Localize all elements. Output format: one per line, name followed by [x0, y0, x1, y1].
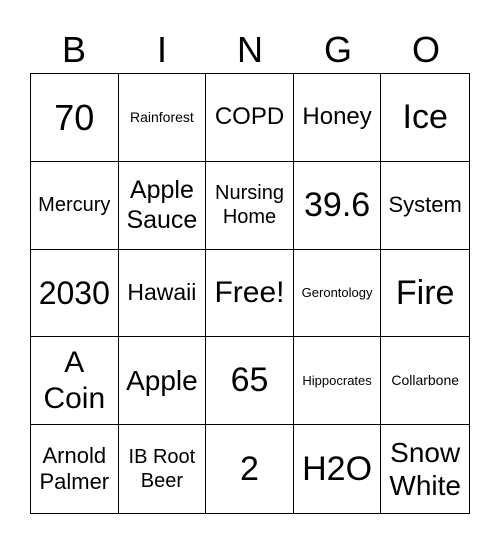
bingo-cell: Hippocrates — [293, 337, 382, 426]
bingo-cell: Snow White — [381, 425, 469, 513]
bingo-cell: Ice — [381, 74, 469, 162]
header-letter-b: B — [61, 29, 86, 70]
cell-text: Snow White — [389, 436, 461, 502]
bingo-cell: Mercury — [31, 161, 119, 250]
bingo-cell: A Coin — [31, 337, 119, 426]
header-letter-o: O — [411, 29, 440, 70]
header-letter-i: I — [156, 29, 167, 70]
bingo-cell: Free! — [206, 249, 294, 338]
cell-text: Collarbone — [391, 372, 460, 389]
bingo-cell: Apple — [118, 337, 207, 426]
cell-text: IB Root Beer — [128, 446, 196, 493]
bingo-cell: 39.6 — [293, 161, 382, 250]
bingo-cell: 70 — [31, 74, 119, 162]
bingo-cell: Fire — [381, 250, 469, 338]
cell-text: Fire — [395, 273, 455, 312]
bingo-cell: Collarbone — [381, 337, 469, 426]
header-letter-n: N — [237, 29, 263, 70]
cell-text: Ice — [402, 98, 448, 136]
cell-text: Free! — [214, 275, 285, 309]
cell-text: 65 — [230, 361, 269, 400]
bingo-cell: Rainforest — [118, 74, 207, 162]
cell-text: 39.6 — [304, 185, 371, 224]
bingo-cell: Gerontology — [293, 249, 382, 338]
bingo-cell: Honey — [293, 74, 382, 162]
cell-text: Hippocrates — [302, 372, 372, 388]
bingo-cell: IB Root Beer — [119, 425, 207, 513]
cell-text: Apple — [126, 364, 198, 396]
bingo-cell: H2O — [294, 425, 382, 513]
cell-text: 70 — [54, 96, 95, 138]
cell-text: H2O — [302, 449, 373, 488]
bingo-cell: Apple Sauce — [118, 161, 207, 250]
bingo-cell: COPD — [206, 74, 294, 162]
bingo-cell: 2030 — [31, 249, 119, 338]
bingo-cell: 2 — [206, 425, 294, 513]
bingo-cell: Nursing Home — [206, 161, 294, 250]
cell-text: COPD — [214, 103, 285, 130]
bingo-cell: 65 — [206, 337, 294, 426]
cell-text: Rainforest — [129, 109, 194, 125]
cell-text: Honey — [302, 103, 372, 130]
bingo-cell: Arnold Palmer — [31, 425, 119, 513]
cell-text: Gerontology — [301, 285, 373, 301]
cell-text: 2 — [240, 449, 259, 488]
bingo-header: B I N G O — [30, 28, 470, 72]
cell-text: System — [388, 192, 462, 217]
bingo-cell: Hawaii — [118, 249, 207, 338]
cell-text: Apple Sauce — [126, 176, 198, 235]
cell-text: 2030 — [38, 274, 110, 311]
cell-text: Hawaii — [127, 279, 197, 306]
cell-text: Nursing Home — [215, 182, 284, 229]
cell-text: Mercury — [38, 194, 111, 217]
cell-text: Arnold Palmer — [39, 442, 110, 495]
cell-text: A Coin — [43, 345, 106, 415]
bingo-cell: System — [381, 162, 469, 250]
header-letter-g: G — [323, 29, 352, 70]
bingo-grid: 70 Rainforest COPD Honey Ice Mercury Apple Sau… — [30, 73, 470, 514]
